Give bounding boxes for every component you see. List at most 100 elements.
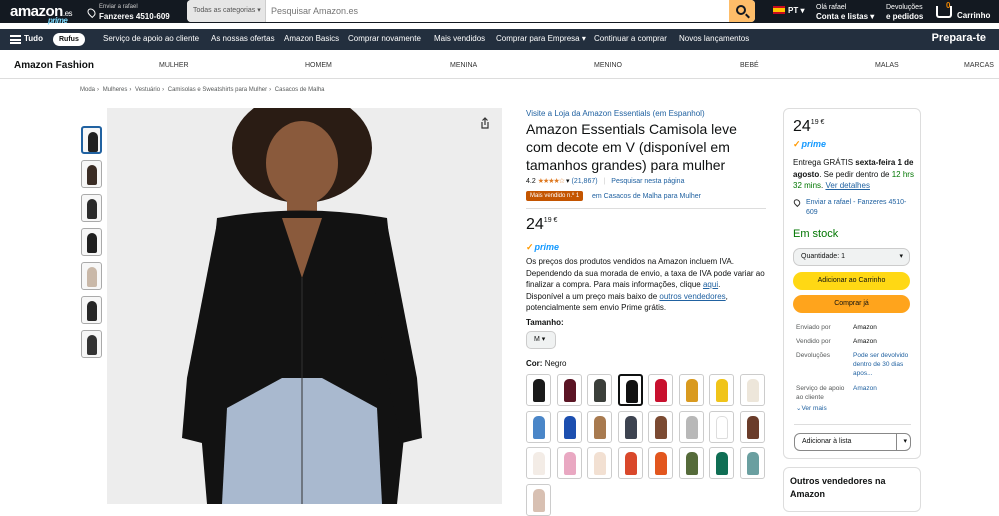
color-swatch[interactable] [678,374,704,406]
flag-icon [773,6,785,14]
image-thumbnail[interactable] [81,330,102,358]
color-swatch[interactable] [678,410,704,443]
image-thumbnail[interactable] [81,262,102,290]
amazon-logo[interactable]: amazon.es prime [10,3,73,25]
fashion-tab-baby[interactable]: BEBÉ [740,62,759,69]
fashion-tab-men[interactable]: HOMEM [305,62,332,69]
fashion-brand[interactable]: Amazon Fashion [14,60,94,71]
size-dropdown[interactable]: M ▾ [526,331,556,349]
color-swatch[interactable] [678,447,704,479]
color-swatch[interactable] [587,374,612,406]
rufus-button[interactable]: Rufus [53,33,85,46]
color-label: Cor: Negro [526,359,567,368]
image-thumbnail[interactable] [81,228,102,256]
breadcrumb-link[interactable]: Moda [80,87,95,93]
best-seller-badge[interactable]: Mais vendido n.º 1 [526,191,584,201]
search-category-select[interactable]: Todas as categorias ▾ [187,0,266,22]
fashion-tab-women[interactable]: MULHER [159,62,189,69]
chevron-down-icon[interactable]: ▾ [903,434,907,450]
color-swatch[interactable] [617,410,643,443]
buy-now-button[interactable]: Comprar já [793,295,910,313]
fashion-tab-girls[interactable]: MENINA [450,62,477,69]
breadcrumb-link[interactable]: Vestuário [135,87,160,93]
returns-orders[interactable]: Devoluções e pedidos [886,3,923,21]
search-button[interactable] [729,0,755,22]
cardigan-thumbnail-icon [594,379,606,402]
reviews-count-link[interactable]: (21,867) [571,178,597,185]
ship-to-link[interactable]: Enviar a rafael - Fanzeres 4510-609 [806,198,916,218]
color-swatch[interactable] [648,410,673,443]
chevron-down-icon: ▾ [899,253,903,260]
color-swatch[interactable] [587,410,612,443]
vat-info-link[interactable]: aqui [703,280,718,289]
delivery-info: Entrega GRÁTIS sexta-feira 1 de agosto. … [793,158,914,190]
rating-stars-icon[interactable]: ★★★★☆ [538,178,565,185]
promo-banner[interactable]: Prepara-te [932,32,986,44]
product-main-image[interactable] [107,108,502,504]
breadcrumb-link[interactable]: Casacos de Malha [275,87,325,93]
color-swatch[interactable] [526,483,551,516]
nav-buy-again[interactable]: Comprar novamente [348,34,421,43]
deliver-to[interactable]: Enviar a rafael Fanzeres 4510-609 [85,3,170,21]
fashion-tab-brands[interactable]: MARCAS [964,62,994,69]
cardigan-thumbnail-icon [533,379,545,402]
color-swatch[interactable] [648,374,673,406]
fashion-tab-bags[interactable]: MALAS [875,62,899,69]
best-seller-category-link[interactable]: em Casacos de Malha para Mulher [592,193,701,200]
info-value: Amazon [853,324,877,331]
account-lists[interactable]: Olá rafael Conta e listas ▾ [816,3,874,21]
see-more-link[interactable]: ⌄Ver mais [796,404,827,412]
nav-amazon-basics[interactable]: Amazon Basics [284,34,339,43]
other-sellers-link[interactable]: outros vendedores [659,292,725,301]
nav-new-releases[interactable]: Novos lançamentos [679,34,749,43]
color-swatch[interactable] [556,410,582,443]
chevron-down-icon: ▾ [541,336,546,343]
hamburger-menu-icon[interactable] [10,35,21,44]
nav-continue-shopping[interactable]: Continuar a comprar [594,34,667,43]
image-thumbnail[interactable] [81,126,102,154]
delivery-details-link[interactable]: Ver detalhes [825,181,869,190]
nav-deals[interactable]: As nossas ofertas [211,34,275,43]
nav-customer-service[interactable]: Serviço de apoio ao cliente [103,34,199,43]
add-to-list-button[interactable]: Adicionar à lista ▾ [794,433,911,451]
breadcrumb-link[interactable]: Mulheres [103,87,128,93]
language-selector[interactable]: PT ▾ [773,6,804,15]
fashion-tab-boys[interactable]: MENINO [594,62,622,69]
color-swatch[interactable] [617,447,643,479]
nav-business[interactable]: Comprar para Empresa ▾ [496,34,586,43]
color-swatch[interactable] [556,374,582,406]
color-swatch[interactable] [739,410,765,443]
color-swatch[interactable] [587,447,612,479]
nav-best-sellers[interactable]: Mais vendidos [434,34,485,43]
cardigan-thumbnail-icon [533,452,545,475]
model-photo [182,108,422,504]
color-swatch[interactable] [739,447,765,479]
returns-policy-link[interactable]: Pode ser devolvido dentro de 30 dias apo… [853,351,911,378]
cardigan-thumbnail-icon [685,452,698,475]
rating-row: 4.2 ★★★★☆ ▾ (21,867) | Pesquisar nesta p… [526,178,685,185]
color-swatch[interactable] [526,374,551,406]
breadcrumb-link[interactable]: Camisolas e Sweatshirts para Mulher [168,87,267,93]
color-swatch[interactable] [709,374,734,406]
search-input[interactable] [266,0,727,22]
color-swatch[interactable] [648,447,673,479]
quantity-dropdown[interactable]: Quantidade: 1 ▾ [793,248,910,266]
color-swatch[interactable] [617,374,643,406]
color-swatch[interactable] [556,447,582,479]
color-swatch[interactable] [526,447,551,479]
info-value[interactable]: Amazon [853,384,911,393]
search-page-link[interactable]: Pesquisar nesta página [611,178,684,185]
color-swatch[interactable] [526,410,551,443]
store-link[interactable]: Visite a Loja da Amazon Essentials (em E… [526,109,705,118]
image-thumbnail[interactable] [81,296,102,324]
add-to-cart-button[interactable]: Adicionar ao Carrinho [793,272,910,290]
all-menu-button[interactable]: Tudo [24,34,43,43]
divider [526,208,766,209]
stock-status: Em stock [793,228,839,240]
image-thumbnail[interactable] [81,194,102,222]
share-icon[interactable] [479,117,491,129]
color-swatch[interactable] [709,410,734,443]
image-thumbnail[interactable] [81,160,102,188]
color-swatch[interactable] [739,374,765,406]
color-swatch[interactable] [709,447,734,479]
